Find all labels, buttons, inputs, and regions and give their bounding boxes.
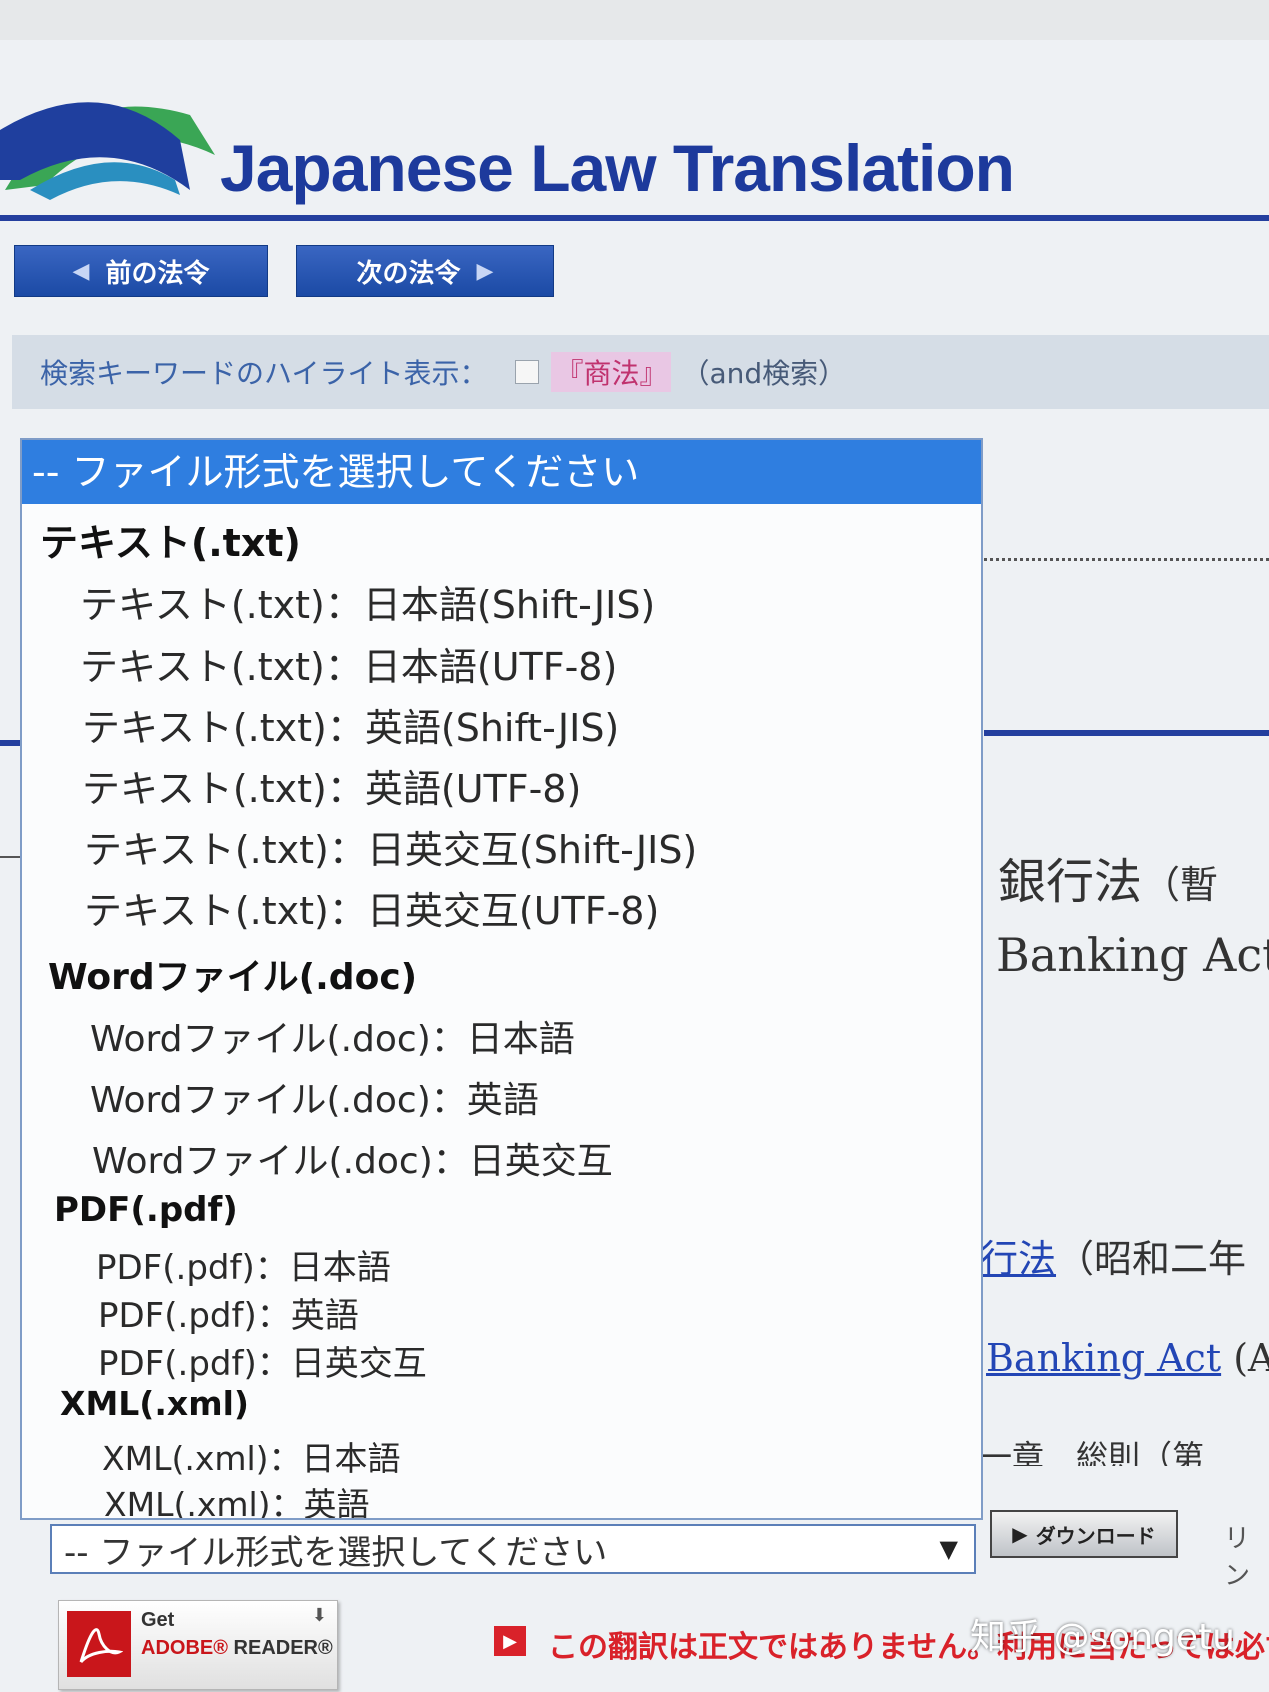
dropdown-option[interactable]: テキスト(.txt)：英語(UTF-8) (82, 758, 581, 813)
file-format-select[interactable]: -- ファイル形式を選択してください ▼ (50, 1524, 976, 1574)
optgroup-word: Wordファイル(.doc) (48, 957, 418, 998)
dropdown-option[interactable]: PDF(.pdf)：日英交互 (98, 1336, 427, 1385)
dropdown-option[interactable]: テキスト(.txt)：日本語(Shift-JIS) (80, 574, 655, 629)
dropdown-option[interactable]: PDF(.pdf)：英語 (98, 1288, 359, 1337)
adobe-logo-icon (67, 1611, 131, 1677)
dropdown-option[interactable]: XML(.xml)：英語 (104, 1478, 370, 1518)
dropdown-option[interactable]: テキスト(.txt)：日英交互(Shift-JIS) (84, 819, 697, 874)
adobe-get-text: Get (141, 1609, 175, 1631)
browser-top-strip (0, 0, 1269, 40)
arrow-right-icon: ▶ (476, 258, 494, 284)
dropdown-option[interactable]: PDF(.pdf)：日本語 (96, 1240, 391, 1289)
dropdown-option[interactable]: テキスト(.txt)：日英交互(UTF-8) (84, 880, 659, 935)
section-divider-left (0, 740, 22, 746)
highlight-label: 検索キーワードのハイライト表示： (40, 357, 488, 390)
dropdown-option[interactable]: テキスト(.txt)：英語(Shift-JIS) (82, 697, 619, 752)
dropdown-option[interactable]: Wordファイル(.doc)：日本語 (90, 1010, 575, 1062)
download-label: ダウンロード (1035, 1523, 1156, 1548)
site-title: Japanese Law Translation (220, 131, 1015, 205)
dotted-divider (984, 558, 1269, 561)
adobe-reader-word: READER® (233, 1637, 333, 1659)
link-partial-text: リン (1224, 1524, 1251, 1591)
law-title-english: Banking Act (996, 928, 1269, 982)
banking-act-link[interactable]: Banking Act (986, 1336, 1221, 1380)
file-format-dropdown-list: -- ファイル形式を選択してください テキスト(.txt) テキスト(.txt)… (20, 438, 983, 1520)
play-triangle-icon: ▶ (1012, 1522, 1028, 1546)
dropdown-option[interactable]: Wordファイル(.doc)：英語 (90, 1071, 539, 1123)
notice-arrow-icon: ▶ (494, 1626, 526, 1656)
adobe-reader-text: ADOBE® READER® (141, 1637, 333, 1660)
previous-law-label: 前の法令 (105, 258, 210, 289)
get-adobe-reader-badge[interactable]: Get ADOBE® READER® ⬇ (58, 1600, 338, 1690)
keyword-highlight-bar: 検索キーワードのハイライト表示： 『商法』 （and検索） (12, 335, 1269, 409)
related-law-link[interactable]: 行法 (980, 1237, 1056, 1281)
related-law-ja-rest: （昭和二年 (1056, 1237, 1247, 1281)
download-arrow-icon: ⬇ (311, 1605, 327, 1626)
header-divider (0, 215, 1269, 221)
watermark: 知乎 @songetu (970, 1617, 1235, 1658)
optgroup-text: テキスト(.txt) (40, 521, 301, 565)
highlight-checkbox[interactable] (515, 360, 540, 384)
previous-law-button[interactable]: ◀ 前の法令 (14, 245, 268, 297)
related-law-en-rest: (Ac (1233, 1336, 1269, 1380)
law-title-japanese: 銀行法（暫 (998, 842, 1218, 912)
law-title-ja-paren: （暫 (1142, 863, 1219, 907)
section-divider (984, 730, 1269, 736)
dropdown-option[interactable]: テキスト(.txt)：日本語(UTF-8) (80, 636, 617, 691)
next-law-button[interactable]: 次の法令 ▶ (296, 245, 554, 297)
optgroup-pdf: PDF(.pdf) (54, 1190, 238, 1230)
highlight-keyword: 『商法』 (551, 352, 672, 392)
related-law-link-en: Banking Act (Ac (986, 1336, 1269, 1380)
law-title-ja-text: 銀行法 (998, 854, 1143, 910)
arrow-left-icon: ◀ (72, 258, 90, 284)
related-law-link-ja: 行法（昭和二年 (980, 1228, 1246, 1283)
dropdown-option[interactable]: XML(.xml)：日本語 (102, 1432, 401, 1480)
highlight-note: （and検索） (681, 357, 847, 390)
select-value: -- ファイル形式を選択してください (64, 1532, 608, 1573)
next-law-label: 次の法令 (356, 258, 461, 289)
download-button[interactable]: ▶ ダウンロード (990, 1510, 1178, 1558)
triangle-down-icon: ▼ (939, 1535, 958, 1563)
adobe-brand: ADOBE® (141, 1637, 228, 1659)
dropdown-option-selected[interactable]: -- ファイル形式を選択してください (22, 440, 981, 504)
dropdown-option[interactable]: Wordファイル(.doc)：日英交互 (92, 1132, 613, 1184)
chapter-heading: 一章 総則（第 (980, 1438, 1205, 1466)
optgroup-xml: XML(.xml) (60, 1384, 249, 1423)
